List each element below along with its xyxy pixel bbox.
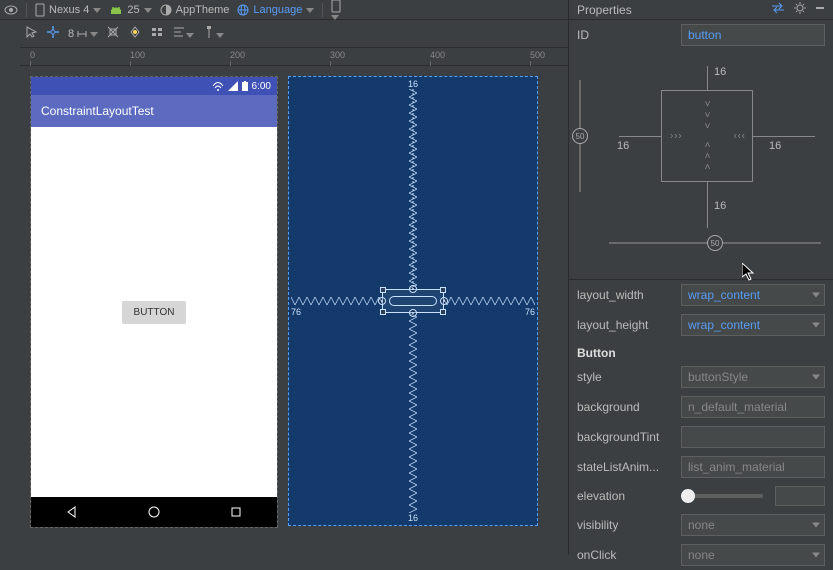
recent-icon	[229, 505, 243, 519]
theme-selector[interactable]: AppTheme	[160, 4, 230, 16]
design-canvas[interactable]: 6:00 ConstraintLayoutTest BUTTON	[20, 66, 568, 555]
button-widget[interactable]: BUTTON	[122, 301, 187, 324]
api-selector[interactable]: 25	[109, 4, 151, 16]
settings-icon[interactable]	[793, 1, 807, 18]
home-icon	[147, 505, 161, 519]
layout-height-field[interactable]: wrap_content	[681, 314, 825, 336]
cw-left-margin[interactable]: 16	[617, 140, 629, 152]
elevation-label: elevation	[577, 489, 675, 503]
wifi-icon	[212, 81, 224, 91]
vertical-bias-slider[interactable]: 50	[579, 80, 581, 192]
visibility-label: visibility	[577, 518, 675, 532]
device-navbar	[31, 497, 277, 527]
back-icon	[65, 505, 79, 519]
swap-icon[interactable]	[771, 2, 785, 17]
signal-icon	[228, 81, 238, 91]
bp-spring-left	[291, 297, 383, 305]
language-selector[interactable]: Language	[237, 4, 314, 16]
cw-bottom-margin[interactable]: 16	[714, 200, 726, 212]
button-section-title: Button	[569, 340, 833, 362]
style-field[interactable]: buttonStyle	[681, 366, 825, 388]
cw-inner-box[interactable]: ˅˅˅ ˄˄˄ › › › ‹ ‹ ‹	[661, 90, 753, 182]
device-appbar: ConstraintLayoutTest	[31, 95, 277, 127]
statelistanim-field[interactable]: list_anim_material	[681, 456, 825, 478]
infer-constraints-icon[interactable]	[128, 25, 142, 42]
clock-label: 6:00	[252, 81, 271, 92]
elevation-slider[interactable]	[681, 494, 763, 498]
select-icon[interactable]	[26, 26, 38, 41]
default-margin-selector[interactable]: 8	[68, 28, 98, 40]
app-title: ConstraintLayoutTest	[41, 104, 154, 118]
bp-left-dim: 76	[291, 307, 301, 317]
pack-icon[interactable]	[150, 25, 164, 42]
left-gutter	[0, 20, 20, 555]
bp-top-margin: 16	[408, 79, 418, 89]
bp-anchor-right[interactable]	[440, 297, 448, 305]
variant-selector[interactable]	[331, 0, 341, 21]
background-label: background	[577, 400, 675, 414]
bp-right-dim: 76	[525, 307, 535, 317]
layout-height-label: layout_height	[577, 318, 675, 332]
device-statusbar: 6:00	[31, 77, 277, 95]
guideline-icon[interactable]	[202, 25, 224, 42]
elevation-value-field[interactable]	[775, 486, 825, 506]
horizontal-bias-slider[interactable]: 50	[609, 242, 821, 244]
clear-constraints-icon[interactable]	[106, 25, 120, 42]
theme-name: AppTheme	[176, 4, 230, 16]
id-field[interactable]: button	[681, 24, 825, 46]
onclick-label: onClick	[577, 548, 675, 562]
visibility-field[interactable]: none	[681, 514, 825, 536]
bp-bottom-margin: 16	[408, 513, 418, 523]
bp-button-widget[interactable]	[382, 289, 444, 313]
autoconnect-icon[interactable]	[46, 25, 60, 42]
align-icon[interactable]	[172, 25, 194, 42]
backgroundtint-label: backgroundTint	[577, 430, 675, 444]
layout-width-label: layout_width	[577, 288, 675, 302]
background-field[interactable]: n_default_material	[681, 396, 825, 418]
design-body[interactable]: BUTTON	[31, 127, 277, 497]
properties-header: Properties	[569, 0, 833, 20]
properties-panel: Properties ID button 50 16 16 16 16 ˅˅˅ …	[568, 0, 833, 555]
bp-anchor-bottom[interactable]	[409, 309, 417, 317]
backgroundtint-field[interactable]	[681, 426, 825, 448]
design-surface[interactable]: 6:00 ConstraintLayoutTest BUTTON	[30, 76, 278, 528]
layout-width-field[interactable]: wrap_content	[681, 284, 825, 306]
battery-icon	[242, 81, 248, 91]
statelistanim-label: stateListAnim...	[577, 460, 675, 474]
bp-anchor-left[interactable]	[378, 297, 386, 305]
blueprint-surface[interactable]: 16 16 76 76	[288, 76, 538, 526]
device-name: Nexus 4	[49, 4, 89, 16]
bp-spring-top	[409, 89, 417, 289]
id-label: ID	[577, 28, 675, 42]
bp-anchor-top[interactable]	[409, 285, 417, 293]
style-label: style	[577, 370, 675, 384]
language-name: Language	[253, 4, 302, 16]
onclick-field[interactable]: none	[681, 544, 825, 566]
device-selector[interactable]: Nexus 4	[35, 3, 101, 17]
constraint-widget[interactable]: 50 16 16 16 16 ˅˅˅ ˄˄˄ › › › ‹ ‹ ‹ 50	[569, 50, 833, 280]
bp-spring-bottom	[409, 313, 417, 513]
cw-top-margin[interactable]: 16	[714, 66, 726, 78]
api-level: 25	[127, 4, 139, 16]
properties-title: Properties	[577, 3, 632, 17]
bp-spring-right	[443, 297, 535, 305]
collapse-icon[interactable]	[815, 3, 825, 16]
cw-right-margin[interactable]: 16	[769, 140, 781, 152]
eye-icon[interactable]	[4, 3, 18, 17]
